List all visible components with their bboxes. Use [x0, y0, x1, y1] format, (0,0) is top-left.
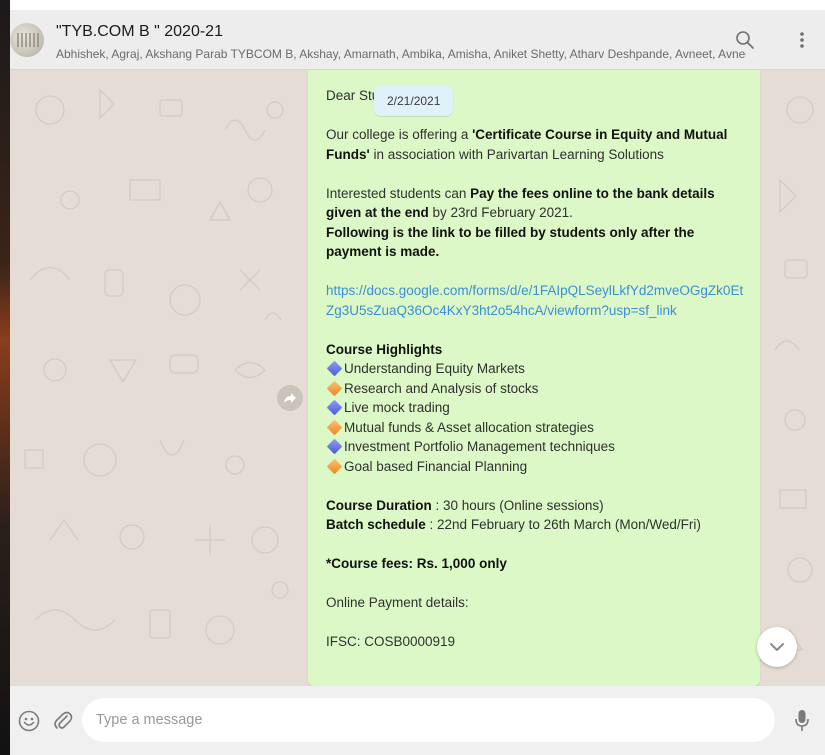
voice-message-button[interactable] [787, 706, 817, 736]
orange-diamond-icon [326, 458, 343, 475]
list-item: Understanding Equity Markets [326, 359, 746, 379]
orange-diamond-icon [326, 419, 343, 436]
blue-diamond-icon [326, 360, 343, 377]
highlights-list: Understanding Equity Markets Research an… [326, 359, 746, 476]
chat-header[interactable]: "TYB.COM B " 2020-21 Abhishek, Agraj, Ak… [10, 10, 825, 70]
google-form-link[interactable]: https://docs.google.com/forms/d/e/1FAIpQ… [326, 283, 743, 318]
window-top-edge [10, 0, 825, 10]
batch-line: Batch schedule : 22nd February to 26th M… [326, 517, 701, 532]
emoji-icon [18, 710, 40, 732]
intro-paragraph: Our college is offering a 'Certificate C… [326, 127, 728, 162]
paperclip-icon [54, 711, 73, 729]
compose-bar [10, 686, 825, 755]
microphone-icon [795, 710, 809, 731]
list-item: Goal based Financial Planning [326, 457, 746, 477]
attach-button[interactable] [48, 706, 78, 736]
list-item: Investment Portfolio Management techniqu… [326, 437, 746, 457]
list-item: Mutual funds & Asset allocation strategi… [326, 418, 746, 438]
blue-diamond-icon [326, 399, 343, 416]
course-fees: *Course fees: Rs. 1,000 only [326, 556, 507, 571]
link-note: Following is the link to be filled by st… [326, 224, 695, 260]
chat-panel[interactable]: Dear Stude Our college is offering a 'Ce… [10, 70, 825, 686]
orange-diamond-icon [326, 380, 343, 397]
blue-diamond-icon [326, 438, 343, 455]
forward-button[interactable] [277, 385, 303, 411]
message-input[interactable] [82, 698, 775, 742]
forward-icon [284, 393, 296, 403]
payment-details-label: Online Payment details: [326, 595, 469, 610]
list-item: Research and Analysis of stocks [326, 379, 746, 399]
highlights-title: Course Highlights [326, 341, 443, 357]
duration-line: Course Duration : 30 hours (Online sessi… [326, 497, 604, 513]
emoji-button[interactable] [14, 706, 44, 736]
search-icon [736, 31, 754, 49]
ifsc-code: IFSC: COSB0000919 [326, 634, 456, 649]
group-avatar[interactable] [10, 23, 44, 57]
desktop-background-strip [0, 0, 10, 755]
chevron-down-icon [770, 643, 784, 651]
chat-members-list[interactable]: Abhishek, Agraj, Akshang Parab TYBCOM B,… [56, 47, 746, 61]
list-item: Live mock trading [326, 398, 746, 418]
interest-paragraph: Interested students can Pay the fees onl… [326, 185, 715, 221]
chat-title[interactable]: "TYB.COM B " 2020-21 [56, 23, 223, 41]
menu-button[interactable] [786, 24, 818, 56]
message-text: Dear Stude Our college is offering a 'Ce… [326, 86, 746, 671]
message-input-wrap[interactable] [82, 698, 775, 742]
menu-dots-icon [800, 32, 804, 48]
search-button[interactable] [729, 24, 761, 56]
scroll-down-button[interactable] [757, 627, 797, 667]
date-chip: 2/21/2021 [374, 86, 454, 116]
message-bubble[interactable]: Dear Stude Our college is offering a 'Ce… [308, 70, 760, 686]
